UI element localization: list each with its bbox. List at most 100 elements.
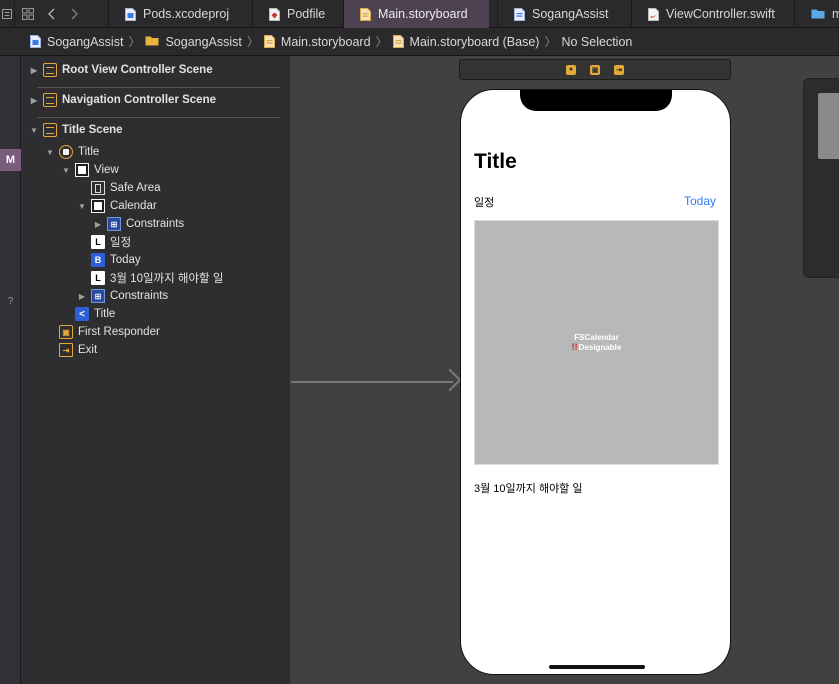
tab-folder[interactable]: m [794,0,839,28]
outline-calendar[interactable]: ▼ Calendar [77,197,157,215]
scene-icon [43,123,57,137]
device-notch [520,90,672,111]
xcode-window: Pods.xcodeproj Podfile Main.storyboard S… [0,0,839,684]
outline-first-responder[interactable]: ▣ First Responder [45,323,160,341]
task-label[interactable]: 3월 10일까지 해야할 일 [474,480,582,496]
outline-root-vc-scene[interactable]: ▶ Root View Controller Scene [29,61,213,79]
view-controller-icon[interactable]: ● [566,64,576,75]
outline-label: Safe Area [110,182,161,194]
schedule-label[interactable]: 일정 [474,194,494,210]
chevron-right-icon: 〉 [375,35,388,49]
outline-label: Title [78,146,100,158]
jumpbar-file[interactable]: Main.storyboard [263,35,371,49]
tab-sogangassist[interactable]: SogangAssist [497,0,621,28]
today-button[interactable]: Today [684,194,716,208]
forward-chevron-icon[interactable] [63,0,85,28]
outline-label-task[interactable]: L 3월 10일까지 해야할 일 [77,269,223,287]
outline-title-scene[interactable]: ▼ Title Scene [29,121,123,139]
first-responder-icon[interactable]: ▣ [590,64,600,75]
storyboard-file-icon [392,35,404,48]
outline-label: Root View Controller Scene [62,64,213,76]
outline-exit[interactable]: ⇥ Exit [45,341,97,359]
chevron-right-icon: 〉 [128,35,141,49]
folder-icon [145,35,159,48]
jumpbar-project[interactable]: SogangAssist [30,35,123,49]
outline-title-vc[interactable]: ▼ Title [45,143,99,161]
outline-label: 3월 10일까지 해야할 일 [110,273,224,285]
button-icon: B [91,253,105,267]
fscalendar-view[interactable]: FSCalendar !! Designable [474,220,719,465]
outline-label: First Responder [78,326,160,338]
tab-label: Pods.xcodeproj [143,7,230,21]
outline-label: Title [94,308,116,320]
jumpbar-group[interactable]: SogangAssist [145,34,242,49]
tab-main-storyboard[interactable]: Main.storyboard [343,0,489,28]
adjacent-scene-preview [818,93,839,159]
outline-label: 일정 [110,237,132,249]
view-controller-icon [59,145,73,159]
tab-label: Podfile [287,7,326,21]
label-icon: L [91,271,105,285]
related-items-icon[interactable] [0,0,14,28]
outline-label: Today [110,254,141,266]
xcodeproj-file-icon [125,7,136,21]
outline-view[interactable]: ▼ View [61,161,119,179]
tab-bar: Pods.xcodeproj Podfile Main.storyboard S… [0,0,839,28]
disclosure-right-icon[interactable]: ▶ [29,96,39,105]
view-icon [75,163,89,177]
calendar-status-label: Designable [578,342,622,352]
calendar-name: FSCalendar [574,333,619,342]
outline-divider [37,117,280,118]
back-chevron-icon[interactable] [41,0,63,28]
plist-file-icon [514,7,525,21]
tab-pods-xcodeproj[interactable]: Pods.xcodeproj [108,0,252,28]
modified-badge[interactable]: M [0,149,21,171]
outline-nav-item-title[interactable]: < Title [61,305,115,323]
calendar-status: !! Designable [572,342,622,352]
storyboard-canvas[interactable]: ● ▣ ⇥ Title 일정 Today FSCalendar !! Desig… [290,56,839,684]
source-control-strip: M ? [0,56,21,684]
project-file-icon [30,35,41,48]
disclosure-down-icon[interactable]: ▼ [45,148,55,157]
outline-safe-area[interactable]: Safe Area [77,179,161,197]
tab-viewcontroller-swift[interactable]: ViewController.swift [631,0,794,28]
disclosure-down-icon[interactable]: ▼ [29,126,39,135]
iphone-scene-frame[interactable]: Title 일정 Today FSCalendar !! Designable … [460,89,731,675]
disclosure-down-icon[interactable]: ▼ [61,166,71,175]
ruby-file-icon [269,7,280,21]
outline-nav-controller-scene[interactable]: ▶ Navigation Controller Scene [29,91,216,109]
untracked-badge[interactable]: ? [0,296,21,307]
tab-label: ViewController.swift [666,7,775,21]
swift-file-icon [648,7,659,21]
outline-label-schedule[interactable]: L 일정 [77,233,131,251]
outline-divider [37,87,280,88]
jumpbar-selection-label: No Selection [561,34,633,49]
jumpbar-group-label: SogangAssist [165,34,242,49]
safe-area-icon [91,181,105,195]
segue-arrow-head-icon [438,368,462,392]
grid-icon[interactable] [15,0,41,28]
scene-icon [43,93,57,107]
nav-large-title[interactable]: Title [474,150,517,174]
outline-calendar-constraints[interactable]: ▶ ⊞ Constraints [93,215,184,233]
outline-label: Title Scene [62,124,123,136]
tab-label: SogangAssist [532,7,609,21]
outline-label: View [94,164,119,176]
disclosure-right-icon[interactable]: ▶ [93,220,103,229]
constraints-icon: ⊞ [91,289,105,303]
disclosure-down-icon[interactable]: ▼ [77,202,87,211]
disclosure-right-icon[interactable]: ▶ [29,66,39,75]
disclosure-right-icon[interactable]: ▶ [77,292,87,301]
jumpbar-selection[interactable]: No Selection [561,35,632,49]
exit-icon[interactable]: ⇥ [614,64,624,75]
view-icon [91,199,105,213]
folder-icon [811,8,825,21]
tab-label: Main.storyboard [378,7,468,21]
tab-podfile[interactable]: Podfile [252,0,343,28]
tab-label: m [832,7,839,21]
segue-arrow-line[interactable] [291,381,453,383]
outline-view-constraints[interactable]: ▶ ⊞ Constraints [77,287,168,305]
outline-label: Exit [78,344,98,356]
jumpbar-variant[interactable]: Main.storyboard (Base) [392,35,539,49]
outline-button-today[interactable]: B Today [77,251,141,269]
